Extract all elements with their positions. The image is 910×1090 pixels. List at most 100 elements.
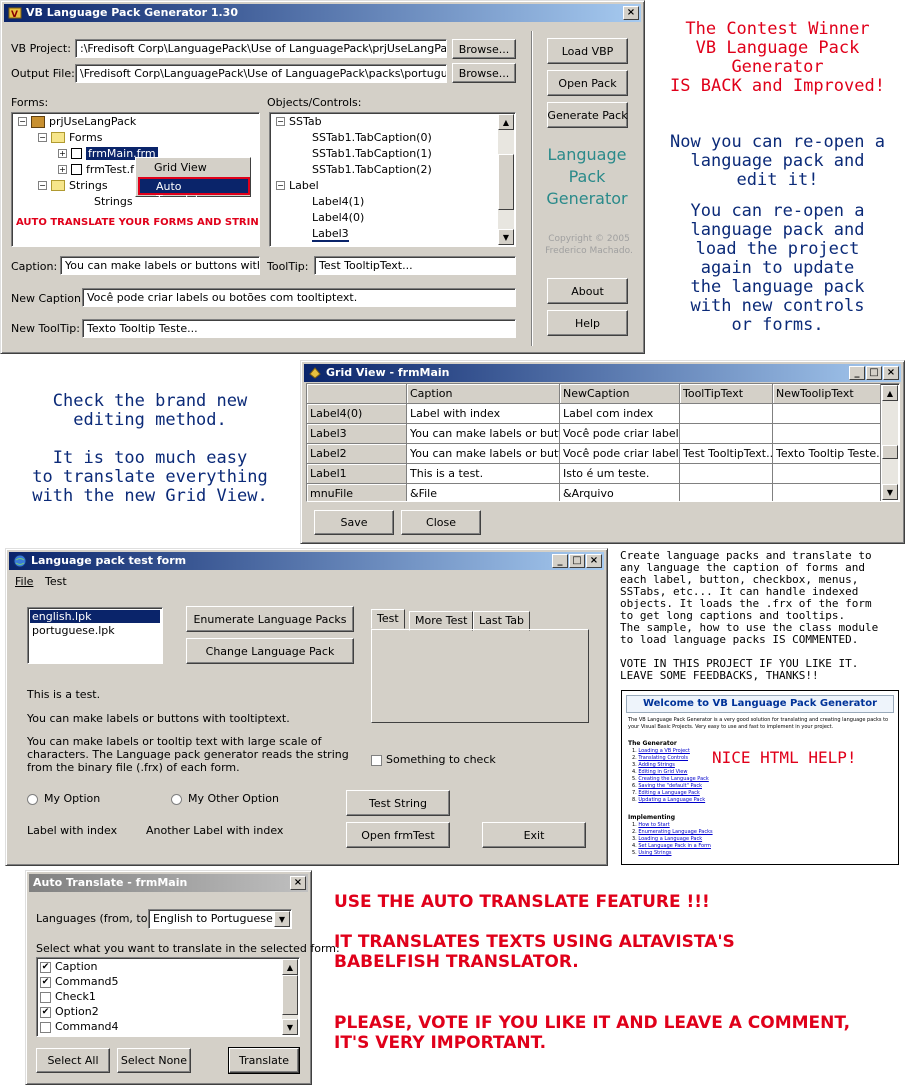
help-button[interactable]: Help [547, 310, 628, 336]
checkbox-icon[interactable]: ✔ [40, 961, 51, 973]
scroll-thumb[interactable] [282, 975, 298, 1015]
grid-header[interactable]: ToolTipText [680, 384, 773, 404]
grid-cell[interactable] [773, 424, 881, 444]
objects-tree[interactable]: − SSTab SSTab1.TabCaption(0) SSTab1.TabCa… [269, 112, 516, 247]
obj-item[interactable]: SSTab1.TabCaption(2) [312, 163, 432, 176]
help-link[interactable]: 5. Creating the Language Pack [632, 776, 709, 783]
caption-field[interactable]: You can make labels or buttons with tool… [60, 256, 260, 275]
maximize-icon[interactable]: □ [866, 366, 882, 380]
select-none-button[interactable]: Select None [117, 1048, 191, 1073]
exit-button[interactable]: Exit [482, 822, 586, 848]
grid-cell[interactable]: Label3 [307, 424, 407, 444]
obj-label[interactable]: − Label [276, 179, 319, 192]
obj-item[interactable]: Label4(1) [312, 195, 364, 208]
help-link[interactable]: 2. Translating Controls [632, 755, 709, 762]
grid-scrollbar[interactable]: ▲ ▼ [882, 385, 898, 500]
grid-cell[interactable]: Label1 [307, 464, 407, 484]
items-scrollbar[interactable]: ▲ ▼ [282, 959, 298, 1035]
close-icon[interactable]: × [883, 366, 899, 380]
grid-header[interactable]: Caption [407, 384, 560, 404]
new-caption-field[interactable]: Você pode criar labels ou botões com too… [82, 288, 516, 307]
chevron-down-icon[interactable]: ▼ [274, 911, 290, 927]
help-link[interactable]: 1. How to Start [632, 822, 713, 829]
help-link[interactable]: 3. Adding Strings [632, 762, 709, 769]
scroll-up-icon[interactable]: ▲ [882, 385, 898, 401]
grid-cell[interactable]: Texto Tooltip Teste... [773, 444, 881, 464]
test-string-button[interactable]: Test String [346, 790, 450, 816]
scroll-down-icon[interactable]: ▼ [282, 1019, 298, 1035]
list-item[interactable]: ✔ Command5 [40, 975, 119, 988]
open-frmtest-button[interactable]: Open frmTest [346, 822, 450, 848]
tab-last-tab[interactable]: Last Tab [473, 611, 531, 631]
grid-cell[interactable] [773, 464, 881, 484]
close-icon[interactable]: × [623, 6, 639, 20]
menu-test[interactable]: Test [45, 575, 67, 588]
browse-output-button[interactable]: Browse... [452, 63, 516, 83]
list-item[interactable]: ✔ Option2 [40, 1005, 99, 1018]
grid-cell[interactable]: You can make labels or buttons with tool… [407, 424, 560, 444]
obj-item[interactable]: Label3 [312, 227, 349, 242]
scroll-thumb[interactable] [498, 154, 514, 210]
grid-cell[interactable]: Você pode criar labels o [560, 424, 680, 444]
vb-project-field[interactable]: :\Fredisoft Corp\LanguagePack\Use of Lan… [75, 39, 447, 58]
grid-title-bar[interactable]: Grid View - frmMain _ □ × [304, 364, 901, 382]
list-item[interactable]: Command4 [40, 1020, 119, 1033]
grid-cell[interactable] [773, 484, 881, 501]
grid-cell[interactable]: This is a test. [407, 464, 560, 484]
grid-cell[interactable]: Label2 [307, 444, 407, 464]
items-list[interactable]: ✔ Caption ✔ Command5 Check1 ✔ Option2 Command4 … [36, 957, 300, 1037]
change-pack-button[interactable]: Change Language Pack [186, 638, 354, 664]
list-item[interactable]: Check1 [40, 990, 96, 1003]
close-icon[interactable]: × [586, 554, 602, 568]
tooltip-field[interactable]: Test TooltipText... [314, 256, 516, 275]
main-title-bar[interactable]: V VB Language Pack Generator 1.30 × [4, 4, 641, 22]
grid-cell[interactable] [680, 484, 773, 501]
save-button[interactable]: Save [314, 510, 394, 535]
grid-header[interactable]: NewCaption [560, 384, 680, 404]
grid-header[interactable]: NewToolipText [773, 384, 881, 404]
grid-cell[interactable]: Isto é um teste. [560, 464, 680, 484]
minimize-icon[interactable]: _ [552, 554, 568, 568]
menu-auto-translate[interactable]: Auto Translate [138, 177, 250, 206]
close-icon[interactable]: × [290, 876, 306, 890]
grid-cell[interactable]: Label with index [407, 404, 560, 424]
list-item[interactable]: ✔ Caption [40, 960, 97, 973]
obj-item[interactable]: SSTab1.TabCaption(0) [312, 131, 432, 144]
obj-sstab[interactable]: − SSTab [276, 115, 322, 128]
tree-strings[interactable]: − Strings [38, 179, 108, 192]
help-link[interactable]: 3. Loading a Language Pack [632, 836, 713, 843]
output-file-field[interactable]: \Fredisoft Corp\LanguagePack\Use of Lang… [75, 64, 447, 83]
minimize-icon[interactable]: _ [849, 366, 865, 380]
language-list[interactable]: english.lpk portuguese.lpk [27, 607, 163, 664]
my-other-option-radio[interactable]: My Other Option [171, 792, 279, 805]
grid-cell[interactable]: &File [407, 484, 560, 501]
tab-test[interactable]: Test [371, 609, 405, 629]
grid-cell[interactable] [773, 404, 881, 424]
tab-more-test[interactable]: More Test [409, 611, 474, 631]
close-button[interactable]: Close [401, 510, 481, 535]
menu-file[interactable]: File [15, 575, 33, 588]
select-all-button[interactable]: Select All [36, 1048, 110, 1073]
help-link[interactable]: 6. Saving the "default" Pack [632, 783, 709, 790]
tree-forms[interactable]: − Forms [38, 131, 102, 144]
grid-table[interactable]: Caption NewCaption ToolTipText NewToolipTex… [306, 383, 900, 502]
browse-project-button[interactable]: Browse... [452, 39, 516, 59]
grid-header[interactable] [307, 384, 407, 404]
scroll-down-icon[interactable]: ▼ [498, 229, 514, 245]
help-link[interactable]: 2. Enumerating Language Packs [632, 829, 713, 836]
grid-cell[interactable]: Label4(0) [307, 404, 407, 424]
open-pack-button[interactable]: Open Pack [547, 70, 628, 96]
list-item[interactable]: english.lpk [30, 610, 160, 623]
menu-grid-view[interactable]: Grid View [154, 161, 207, 174]
languages-select[interactable]: English to Portuguese ▼ [148, 909, 292, 929]
obj-item[interactable]: Label4(0) [312, 211, 364, 224]
generate-pack-button[interactable]: Generate Pack [547, 102, 628, 128]
new-tooltip-field[interactable]: Texto Tooltip Teste... [82, 319, 516, 338]
help-link[interactable]: 5. Using Strings [632, 850, 713, 857]
scroll-up-icon[interactable]: ▲ [498, 114, 514, 130]
grid-cell[interactable]: Você pode criar labels o [560, 444, 680, 464]
tree-root[interactable]: − prjUseLangPack [18, 115, 136, 128]
grid-cell[interactable] [680, 424, 773, 444]
scroll-down-icon[interactable]: ▼ [882, 484, 898, 500]
scroll-up-icon[interactable]: ▲ [282, 959, 298, 975]
